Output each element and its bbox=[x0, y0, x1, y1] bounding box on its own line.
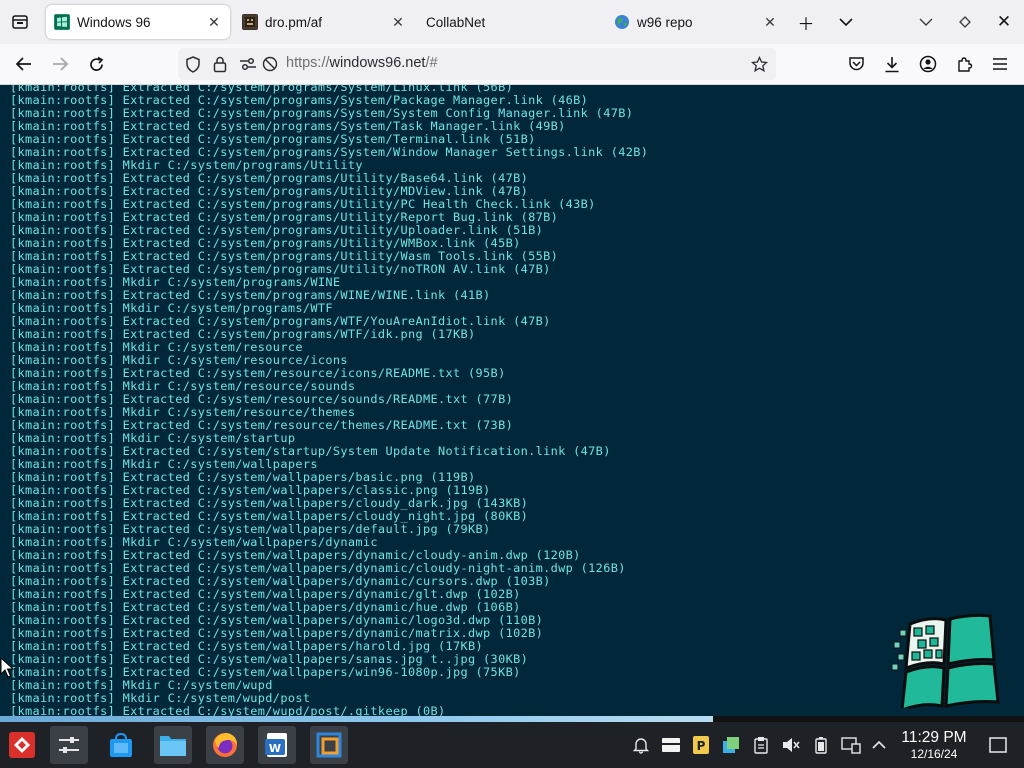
address-bar[interactable]: https://windows96.net/# bbox=[178, 48, 776, 80]
svg-text:P: P bbox=[697, 739, 706, 753]
boot-log-terminal: [kmain:rootfs] Extracted C:/system/progr… bbox=[0, 85, 1024, 716]
clock-time: 11:29 PM bbox=[901, 729, 967, 746]
hamburger-menu-icon[interactable] bbox=[985, 49, 1015, 79]
volume-muted-icon[interactable] bbox=[780, 734, 802, 756]
clipboard-icon[interactable] bbox=[750, 734, 772, 756]
boot-log: [kmain:rootfs] Extracted C:/system/progr… bbox=[10, 85, 648, 716]
system-settings-icon[interactable] bbox=[50, 726, 88, 764]
tab-label: dro.pm/af bbox=[265, 14, 323, 30]
tab-label: CollabNet bbox=[426, 14, 486, 30]
close-window-icon[interactable]: ✕ bbox=[988, 6, 1020, 38]
svg-text:W: W bbox=[269, 742, 281, 755]
tab-dropm[interactable]: dro.pm/af ✕ bbox=[234, 5, 414, 39]
parking-indicator-icon[interactable]: P bbox=[690, 734, 712, 756]
network-wired-icon[interactable] bbox=[840, 734, 862, 756]
tab-label: w96 repo bbox=[637, 14, 693, 30]
minimize-window-icon[interactable] bbox=[910, 6, 942, 38]
update-notifier-icon[interactable] bbox=[720, 734, 742, 756]
close-tab-icon[interactable]: ✕ bbox=[204, 12, 224, 32]
navigation-toolbar: https://windows96.net/# bbox=[0, 44, 1024, 85]
taskbar: W P 11:29 PM 12/16/24 bbox=[0, 722, 1024, 768]
close-tab-icon[interactable]: ✕ bbox=[388, 12, 408, 32]
downloads-icon[interactable] bbox=[877, 49, 907, 79]
show-desktop-icon[interactable] bbox=[987, 734, 1009, 756]
autoplay-blocked-icon[interactable] bbox=[260, 54, 280, 74]
clock-date: 12/16/24 bbox=[910, 747, 958, 761]
virtualbox-icon[interactable] bbox=[310, 726, 348, 764]
windows96-logo bbox=[891, 613, 1000, 708]
reload-icon[interactable] bbox=[81, 49, 111, 79]
tab-collabnet[interactable]: CollabNet bbox=[418, 5, 602, 39]
tracking-protection-shield-icon[interactable] bbox=[183, 54, 203, 74]
notifications-bell-icon[interactable] bbox=[630, 734, 652, 756]
list-all-tabs-icon[interactable] bbox=[830, 6, 862, 38]
close-tab-icon[interactable]: ✕ bbox=[760, 12, 780, 32]
url-text[interactable]: https://windows96.net/# bbox=[286, 55, 438, 71]
permissions-icon[interactable] bbox=[238, 54, 258, 74]
browser-tab-strip: Windows 96 ✕ dro.pm/af ✕ CollabNet w96 r… bbox=[0, 0, 1024, 44]
pocket-icon[interactable] bbox=[841, 49, 871, 79]
battery-icon[interactable] bbox=[810, 734, 832, 756]
writer-icon[interactable]: W bbox=[258, 726, 296, 764]
clock[interactable]: 11:29 PM 12/16/24 bbox=[896, 729, 972, 761]
tab-windows96[interactable]: Windows 96 ✕ bbox=[46, 5, 230, 39]
mouse-pointer-icon bbox=[0, 657, 14, 678]
clipboard-manager-icon[interactable] bbox=[660, 734, 682, 756]
file-manager-icon[interactable] bbox=[154, 726, 192, 764]
lock-icon[interactable] bbox=[210, 54, 230, 74]
new-tab-icon[interactable]: ＋ bbox=[790, 6, 822, 38]
dropm-favicon bbox=[242, 14, 258, 30]
forward-arrow-icon[interactable] bbox=[45, 49, 75, 79]
tab-label: Windows 96 bbox=[77, 14, 151, 30]
maximize-window-icon[interactable] bbox=[949, 6, 981, 38]
globe-favicon bbox=[614, 14, 630, 30]
discover-store-icon[interactable] bbox=[102, 726, 140, 764]
app-launcher-icon[interactable] bbox=[3, 726, 41, 764]
url-host: windows96.net bbox=[329, 55, 426, 71]
tab-w96-repo[interactable]: w96 repo ✕ bbox=[606, 5, 786, 39]
log-line: [kmain:rootfs] Extracted C:/system/wupd/… bbox=[10, 704, 446, 717]
windows96-favicon bbox=[54, 14, 70, 30]
bookmark-star-icon[interactable] bbox=[749, 54, 769, 74]
firefox-view-icon[interactable] bbox=[4, 6, 36, 38]
show-hidden-icons-chevron-icon[interactable] bbox=[868, 734, 890, 756]
url-scheme: https:// bbox=[286, 55, 330, 71]
url-path: /# bbox=[425, 55, 438, 71]
account-icon[interactable] bbox=[913, 49, 943, 79]
firefox-icon[interactable] bbox=[206, 726, 244, 764]
back-arrow-icon[interactable] bbox=[9, 49, 39, 79]
extensions-puzzle-icon[interactable] bbox=[949, 49, 979, 79]
